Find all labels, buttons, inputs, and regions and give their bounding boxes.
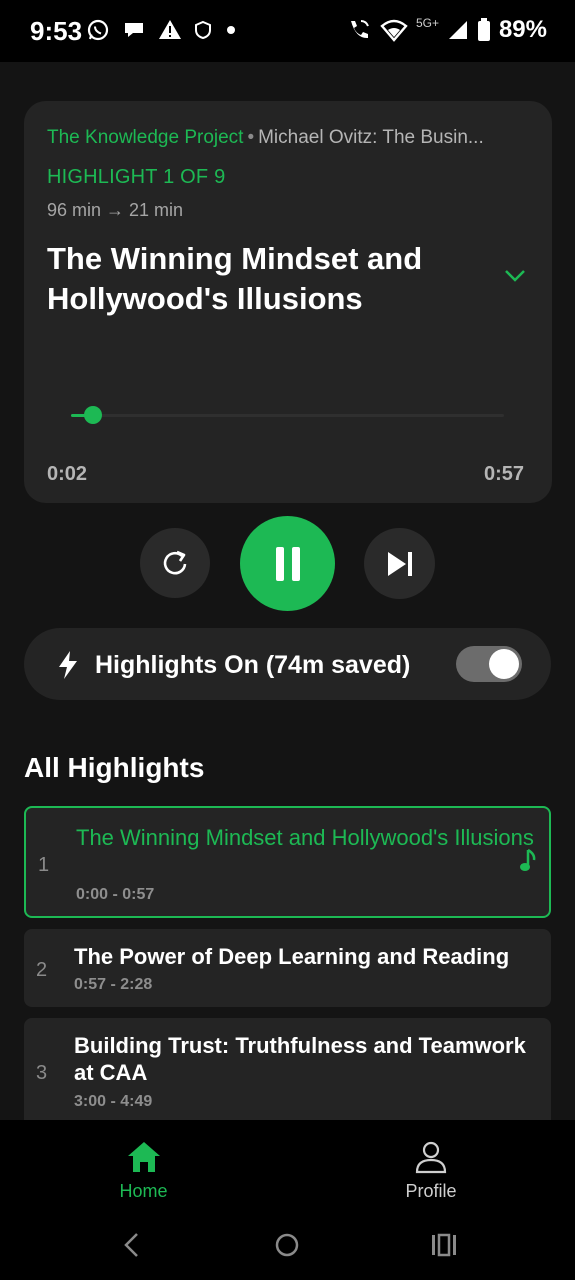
- battery-percent: 89%: [498, 16, 547, 43]
- progress-knob[interactable]: [83, 406, 102, 424]
- podcast-link[interactable]: The Knowledge Project: [47, 127, 243, 148]
- player-card: The Knowledge Project • Michael Ovitz: The…: [24, 101, 552, 503]
- highlight-title: The Winning Mindset and Hollywood's Illu…: [47, 241, 423, 316]
- episode-title[interactable]: Michael Ovitz: The Busin...: [258, 127, 484, 148]
- network-type: 5G+: [415, 16, 439, 30]
- home-circle-icon[interactable]: [274, 1232, 300, 1258]
- warning-icon: [159, 20, 181, 39]
- item-time: 3:00 - 4:49: [74, 1093, 153, 1110]
- breadcrumb: The Knowledge Project • Michael Ovitz: The…: [47, 127, 527, 149]
- item-number: 3: [36, 1062, 48, 1084]
- list-item[interactable]: 1 The Winning Mindset and Hollywood's Il…: [24, 806, 551, 918]
- pause-button[interactable]: [240, 516, 335, 611]
- section-title: All Highlights: [24, 752, 205, 783]
- whatsapp-icon: [87, 19, 109, 41]
- highlights-switch[interactable]: [456, 646, 522, 682]
- nav-home-label: Home: [119, 1181, 168, 1201]
- item-number: 2: [36, 959, 48, 981]
- notification-icons: [86, 18, 238, 42]
- skip-next-icon: [387, 551, 412, 576]
- status-time: 9:53: [30, 16, 83, 46]
- item-number: 1: [38, 854, 50, 876]
- pause-icon: [275, 546, 300, 581]
- back-icon[interactable]: [122, 1232, 142, 1258]
- total-time: 0:57: [483, 463, 524, 485]
- breadcrumb-separator: •: [247, 127, 255, 148]
- item-time: 0:57 - 2:28: [74, 976, 153, 993]
- nav-profile[interactable]: Profile: [381, 1140, 481, 1202]
- highlights-toggle-bar[interactable]: Highlights On (74m saved): [24, 628, 551, 700]
- system-navigation: [0, 1220, 575, 1270]
- battery-icon: [477, 18, 490, 41]
- profile-icon: [415, 1141, 447, 1174]
- replay-button[interactable]: [140, 528, 210, 598]
- replay-icon: [163, 550, 187, 575]
- item-title: Building Trust: Truthfulness and Teamwor…: [74, 1033, 526, 1085]
- nav-home[interactable]: Home: [96, 1140, 191, 1202]
- status-right: 5G+ 89%: [346, 16, 547, 44]
- item-title: The Winning Mindset and Hollywood's Illu…: [76, 825, 534, 850]
- nav-profile-label: Profile: [405, 1181, 457, 1201]
- shield-icon: [195, 20, 211, 40]
- duration-summary: 96 min → 21 min: [47, 200, 184, 220]
- switch-knob: [489, 649, 519, 679]
- signal-icon: [448, 21, 467, 39]
- bottom-nav: Home Profile: [0, 1120, 575, 1280]
- skip-next-button[interactable]: [364, 528, 435, 599]
- list-item[interactable]: 2 The Power of Deep Learning and Reading…: [24, 929, 551, 1007]
- music-note-icon: [520, 848, 536, 871]
- wifi-icon: [380, 19, 408, 42]
- item-time: 0:00 - 0:57: [76, 886, 155, 903]
- elapsed-time: 0:02: [47, 463, 88, 485]
- status-bar: 9:53 5G+ 89%: [0, 0, 575, 62]
- item-title: The Power of Deep Learning and Reading: [74, 944, 510, 969]
- chat-icon: [125, 23, 143, 37]
- home-icon: [127, 1142, 160, 1172]
- highlight-index: HIGHLIGHT 1 OF 9: [47, 166, 226, 188]
- wifi-calling-icon: [350, 20, 369, 39]
- chevron-down-icon[interactable]: [504, 269, 526, 283]
- lightning-icon: [59, 651, 77, 679]
- recents-icon[interactable]: [430, 1232, 458, 1258]
- highlights-toggle-label: Highlights On (74m saved): [95, 651, 411, 679]
- dot-icon: [227, 26, 235, 34]
- progress-bar[interactable]: [71, 406, 504, 424]
- list-item[interactable]: 3 Building Trust: Truthfulness and Teamw…: [24, 1018, 551, 1128]
